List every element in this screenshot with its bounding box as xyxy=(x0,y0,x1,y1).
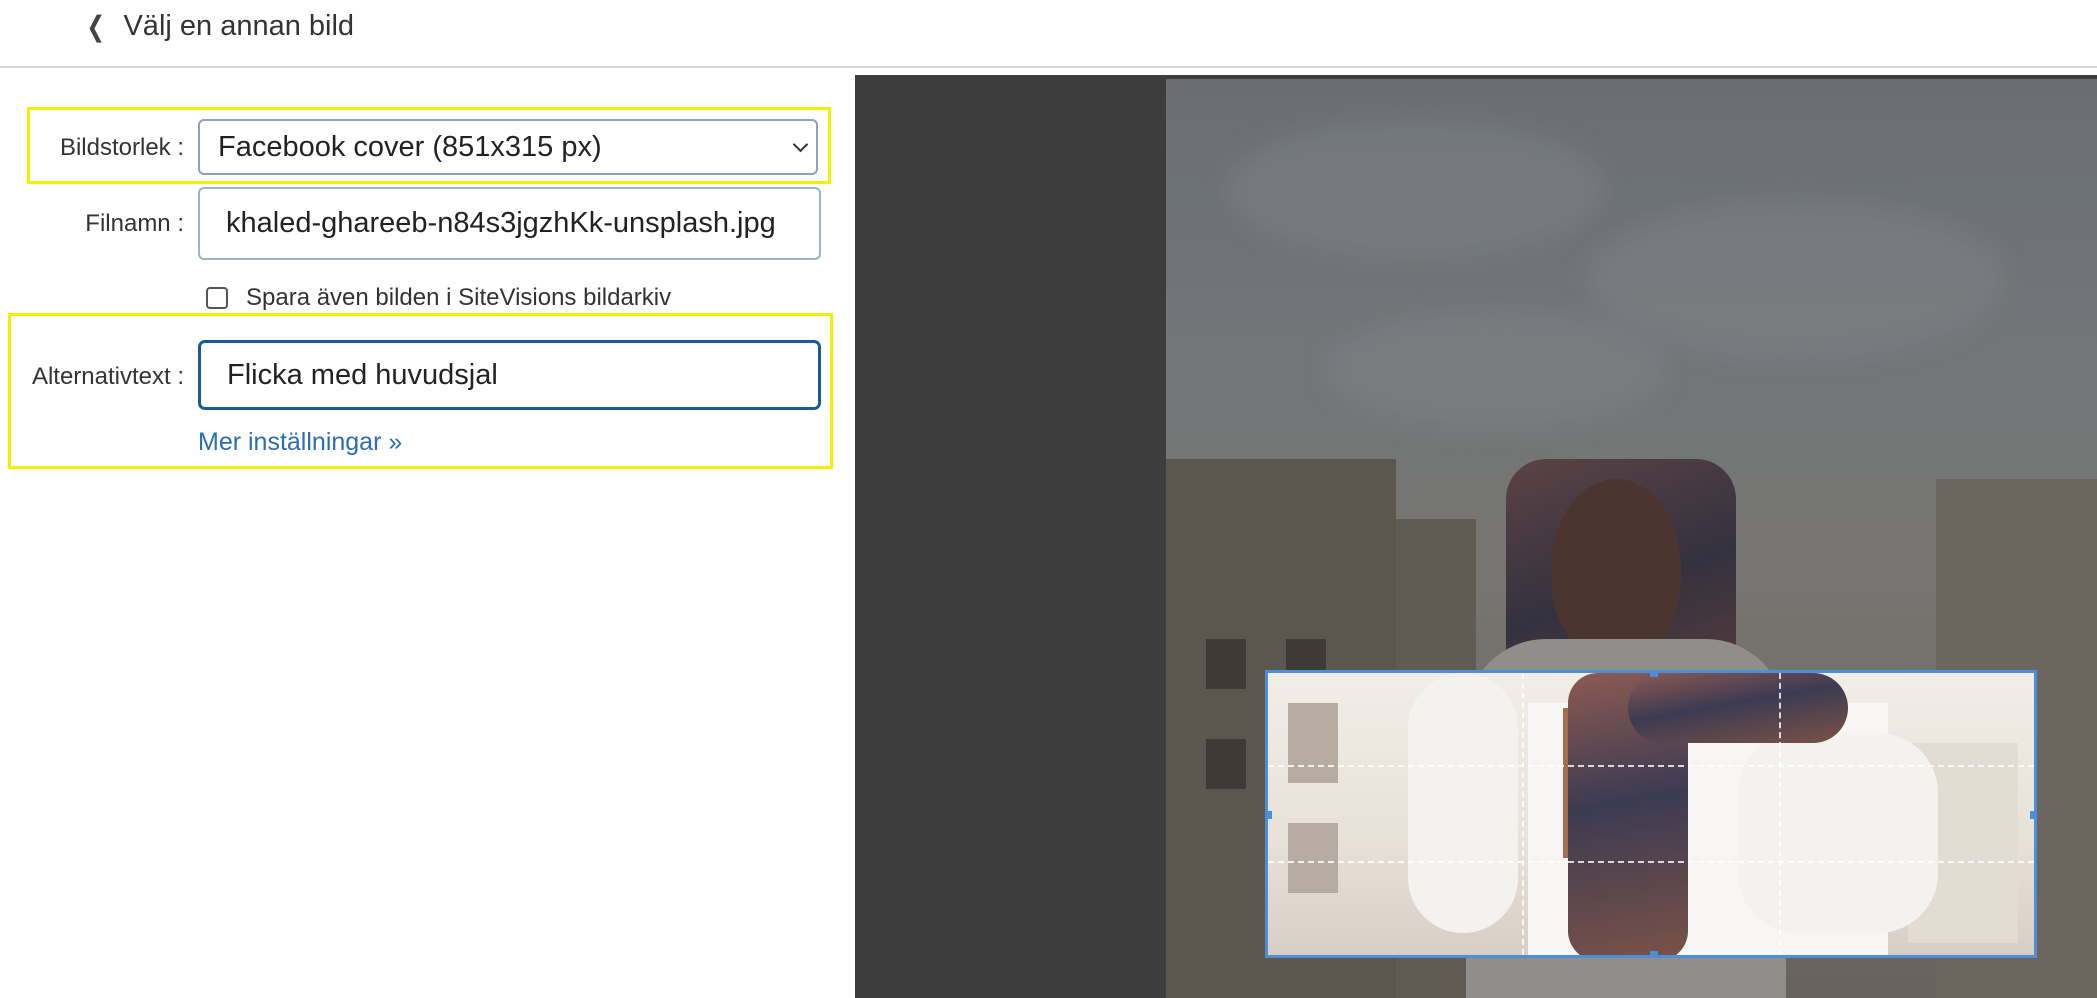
alt-text-value: Flicka med huvudsjal xyxy=(227,358,498,391)
save-archive-checkbox[interactable] xyxy=(206,287,228,309)
top-bar: ❮ Välj en annan bild xyxy=(0,0,2097,68)
chevron-down-icon xyxy=(792,136,809,153)
size-label: Bildstorlek : xyxy=(59,134,184,161)
chevron-left-icon: ❮ xyxy=(86,10,106,42)
save-archive-label: Spara även bilden i SiteVisions bildarki… xyxy=(246,284,672,311)
back-link-label: Välj en annan bild xyxy=(123,9,355,42)
filename-label: Filnamn : xyxy=(85,210,184,237)
crop-handle-top[interactable] xyxy=(1650,673,1658,677)
save-archive-row: Spara även bilden i SiteVisions bildarki… xyxy=(206,278,671,318)
crop-handle-bottom[interactable] xyxy=(1650,951,1658,955)
size-select-value: Facebook cover (851x315 px) xyxy=(218,130,602,163)
crop-selection[interactable] xyxy=(1265,670,2037,958)
more-settings-link[interactable]: Mer inställningar » xyxy=(198,428,402,457)
alt-text-label: Alternativtext : xyxy=(31,363,184,390)
alt-text-input[interactable]: Flicka med huvudsjal xyxy=(198,340,821,410)
size-select[interactable]: Facebook cover (851x315 px) xyxy=(198,119,818,175)
back-link[interactable]: ❮ Välj en annan bild xyxy=(84,6,354,46)
crop-handle-right[interactable] xyxy=(2030,811,2034,819)
crop-handle-left[interactable] xyxy=(1268,811,1272,819)
filename-value: khaled-ghareeb-n84s3jgzhKk-unsplash.jpg xyxy=(226,207,776,239)
filename-input[interactable]: khaled-ghareeb-n84s3jgzhKk-unsplash.jpg xyxy=(198,187,821,260)
